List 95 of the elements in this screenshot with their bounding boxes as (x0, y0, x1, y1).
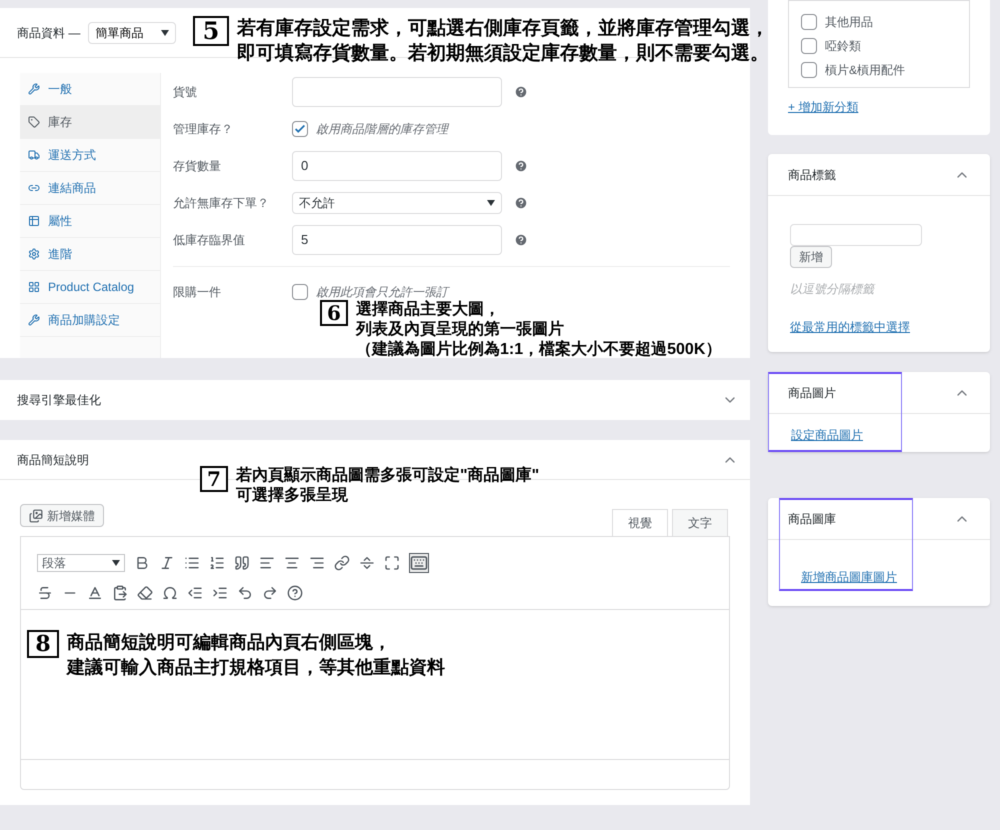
product-data-tab[interactable]: 商品加購設定 (20, 304, 160, 337)
annotation-text: 建議可輸入商品主打規格項目，等其他重點資料 (67, 656, 445, 679)
help-icon[interactable] (287, 585, 303, 601)
eraser-icon[interactable] (137, 585, 153, 601)
annotation-text: 選擇商品主要大圖， (356, 300, 501, 320)
strikethrough-icon[interactable] (37, 585, 53, 601)
numbered-list-icon[interactable] (209, 555, 225, 571)
bullet-list-icon[interactable] (184, 555, 200, 571)
category-label: 啞鈴類 (825, 38, 861, 55)
editor-tab[interactable]: 文字 (672, 509, 728, 537)
category-label: 其他用品 (825, 14, 873, 31)
panel-title: 搜尋引擎最佳化 (17, 392, 101, 409)
annotation-text: 列表及內頁呈現的第一張圖片 (356, 320, 565, 340)
annotation-text: 若有庫存設定需求，可點選右側庫存頁籤，並將庫存管理勾選， (237, 16, 769, 41)
checkbox[interactable] (292, 284, 308, 300)
field-label: 存貨數量 (173, 158, 222, 174)
section-title: 商品資料 — (17, 24, 80, 42)
omega-icon[interactable] (162, 585, 178, 601)
field-label: 貨號 (173, 84, 198, 100)
wrench-icon (28, 314, 40, 326)
italic-icon[interactable] (159, 555, 175, 571)
field-label: 允許無庫存下單？ (173, 194, 270, 212)
product-data-tab[interactable]: 進階 (20, 238, 160, 271)
help-icon (514, 84, 528, 98)
annotation-text: 商品簡短說明可編輯商品內頁右側區塊， (67, 631, 392, 654)
redo-icon[interactable] (262, 585, 278, 601)
product-data-tab[interactable]: Product Catalog (20, 271, 160, 304)
tag-hint: 以逗號分隔標籤 (790, 281, 874, 298)
text-field[interactable] (292, 76, 502, 106)
checkbox[interactable] (292, 120, 308, 136)
tag-icon (28, 116, 40, 128)
text-field[interactable]: 0 (292, 150, 502, 180)
add-category-link[interactable]: + 增加新分類 (788, 98, 858, 116)
checkbox[interactable] (801, 14, 817, 30)
annotation-text: 可選擇多張呈現 (236, 486, 349, 506)
product-data-tab[interactable]: 運送方式 (20, 139, 160, 172)
step-number: 8 (27, 630, 59, 658)
checkbox[interactable] (801, 62, 817, 78)
table-icon (28, 215, 40, 227)
panel-title: 商品簡短說明 (17, 452, 89, 468)
indent-icon[interactable] (212, 585, 228, 601)
caret-icon (112, 560, 120, 566)
add-tag-button[interactable]: 新增 (790, 246, 832, 268)
category-label: 槓片&槓用配件 (825, 62, 906, 79)
toolbar-toggle-icon[interactable] (409, 553, 429, 573)
gear-icon (28, 248, 40, 260)
grid-icon (28, 281, 40, 293)
annotation-text: 即可填寫存貨數量。若初期無須設定庫存數量，則不需要勾選。 (237, 42, 769, 66)
align-right-icon[interactable] (309, 555, 325, 571)
set-image-link[interactable]: 設定商品圖片 (768, 414, 990, 444)
truck-icon (28, 149, 40, 161)
caret-icon (161, 30, 170, 36)
paste-icon[interactable] (112, 585, 128, 601)
annotation-text: 若內頁顯示商品圖需多張可設定"商品圖庫" (236, 466, 540, 486)
checkbox-label: 啟用此項會只允許一張訂 (316, 284, 448, 300)
help-icon (514, 158, 528, 172)
undo-icon[interactable] (237, 585, 253, 601)
add-media-button[interactable]: 新增媒體 (20, 504, 104, 527)
select-field[interactable]: 不允許 (292, 192, 502, 214)
format-select[interactable]: 段落 (37, 554, 125, 572)
media-icon (29, 508, 43, 522)
align-left-icon[interactable] (259, 555, 275, 571)
checkbox-label: 啟用商品階層的庫存管理 (316, 120, 448, 138)
add-gallery-images-link[interactable]: 新增商品圖庫圖片 (768, 540, 990, 586)
field-label: 限購一件 (173, 284, 222, 300)
editor-tab[interactable]: 視覺 (612, 509, 668, 537)
outdent-icon[interactable] (187, 585, 203, 601)
product-type-select[interactable]: 簡單商品 (88, 22, 176, 44)
panel-title: 商品圖庫 (788, 510, 836, 528)
step-number: 5 (193, 16, 229, 46)
wrench-icon (28, 83, 40, 95)
align-center-icon[interactable] (284, 555, 300, 571)
link-icon (28, 182, 40, 194)
link-icon[interactable] (334, 555, 350, 571)
step-number: 7 (200, 466, 228, 492)
tag-input[interactable] (790, 224, 922, 246)
step-number: 6 (320, 300, 348, 326)
panel-title: 商品標籤 (788, 166, 836, 184)
checkbox[interactable] (801, 38, 817, 54)
panel-title: 商品圖片 (788, 384, 836, 402)
fullscreen-icon[interactable] (384, 555, 400, 571)
annotation-text: （建議為圖片比例為1:1，檔案大小不要超過500K） (356, 340, 722, 360)
help-icon (514, 196, 528, 210)
read-more-icon[interactable] (359, 555, 375, 571)
text-field[interactable]: 5 (292, 224, 502, 254)
field-label: 低庫存臨界值 (173, 232, 246, 248)
quote-icon[interactable] (234, 555, 250, 571)
text-color-icon[interactable] (87, 585, 103, 601)
caret-icon (487, 200, 495, 206)
product-data-tab[interactable]: 屬性 (20, 205, 160, 238)
product-data-tab[interactable]: 庫存 (20, 106, 160, 139)
help-icon (514, 232, 528, 246)
popular-tags-link[interactable]: 從最常用的標籤中選擇 (790, 318, 910, 336)
product-data-tab[interactable]: 連結商品 (20, 172, 160, 205)
field-label: 管理庫存？ (173, 120, 234, 138)
